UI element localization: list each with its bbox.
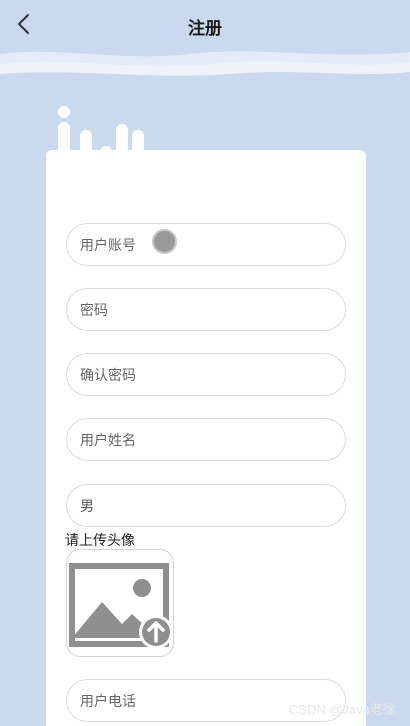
password-field[interactable] <box>66 288 346 331</box>
nav-bar: 注册 <box>0 0 410 48</box>
upload-label: 请上传头像 <box>65 532 135 548</box>
confirm-password-input[interactable] <box>80 366 345 383</box>
gender-value: 男 <box>80 497 94 514</box>
page-title: 注册 <box>188 19 222 38</box>
gender-field[interactable]: 男 <box>66 484 346 527</box>
name-field[interactable] <box>66 418 346 461</box>
avatar-upload-button[interactable] <box>66 549 174 657</box>
wave-decoration <box>0 51 410 86</box>
name-input[interactable] <box>80 431 345 448</box>
account-input[interactable] <box>80 236 345 253</box>
watermark: CSDN @Java老徐 <box>288 702 396 717</box>
account-field[interactable] <box>66 223 346 266</box>
confirm-password-field[interactable] <box>66 353 346 396</box>
password-input[interactable] <box>80 301 345 318</box>
image-upload-icon <box>69 563 172 648</box>
account-indicator-dot[interactable] <box>152 229 177 254</box>
